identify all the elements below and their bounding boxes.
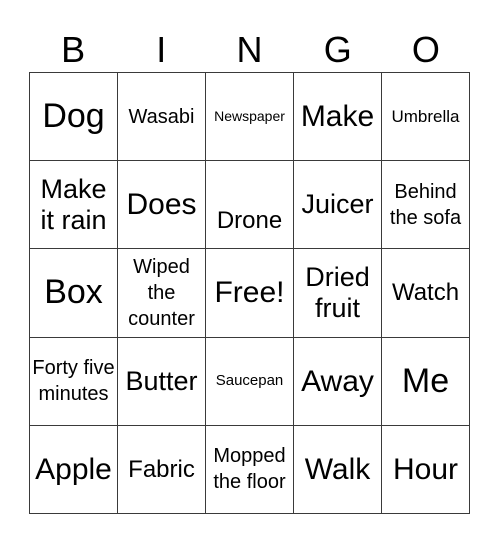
header-letter-i: I	[156, 29, 167, 70]
bingo-cell[interactable]: Make	[294, 73, 382, 162]
header-letter-o: O	[411, 29, 440, 70]
bingo-cell[interactable]: Butter	[118, 337, 206, 426]
bingo-cell[interactable]: Dog	[30, 73, 118, 162]
header-letter-g: G	[323, 29, 352, 70]
bingo-cell[interactable]: Mopped the floor	[206, 425, 294, 514]
bingo-cell[interactable]: Behind the sofa	[382, 161, 470, 250]
bingo-cell[interactable]: Wasabi	[118, 73, 206, 162]
bingo-cell[interactable]: Does	[118, 161, 206, 250]
bingo-cell[interactable]: Umbrella	[382, 73, 470, 162]
bingo-cell[interactable]: Apple	[30, 425, 118, 514]
bingo-cell[interactable]: Newspaper	[206, 73, 294, 162]
bingo-cell[interactable]: Juicer	[294, 161, 382, 250]
bingo-cell[interactable]: Wiped the counter	[118, 249, 206, 338]
bingo-cell[interactable]: Me	[382, 337, 470, 426]
bingo-cell[interactable]: Forty five minutes	[30, 337, 118, 426]
bingo-cell[interactable]: Fabric	[118, 425, 206, 514]
header-letter-n: N	[236, 29, 263, 70]
bingo-cell[interactable]: Drone	[206, 161, 294, 250]
bingo-cell[interactable]: Hour	[382, 425, 470, 514]
bingo-cell[interactable]: Make it rain	[30, 161, 118, 250]
bingo-cell[interactable]: Saucepan	[206, 337, 294, 426]
bingo-cell-free[interactable]: Free!	[206, 249, 294, 338]
bingo-cell[interactable]: Box	[30, 249, 118, 338]
bingo-cell[interactable]: Watch	[382, 249, 470, 338]
bingo-cell[interactable]: Away	[294, 337, 382, 426]
bingo-grid: Dog Wasabi Newspaper Make Umbrella Make …	[29, 72, 470, 514]
bingo-cell[interactable]: Walk	[294, 425, 382, 514]
header-letter-b: B	[61, 29, 86, 70]
bingo-cell[interactable]: Dried fruit	[294, 249, 382, 338]
bingo-header: B I N G O	[29, 28, 470, 72]
